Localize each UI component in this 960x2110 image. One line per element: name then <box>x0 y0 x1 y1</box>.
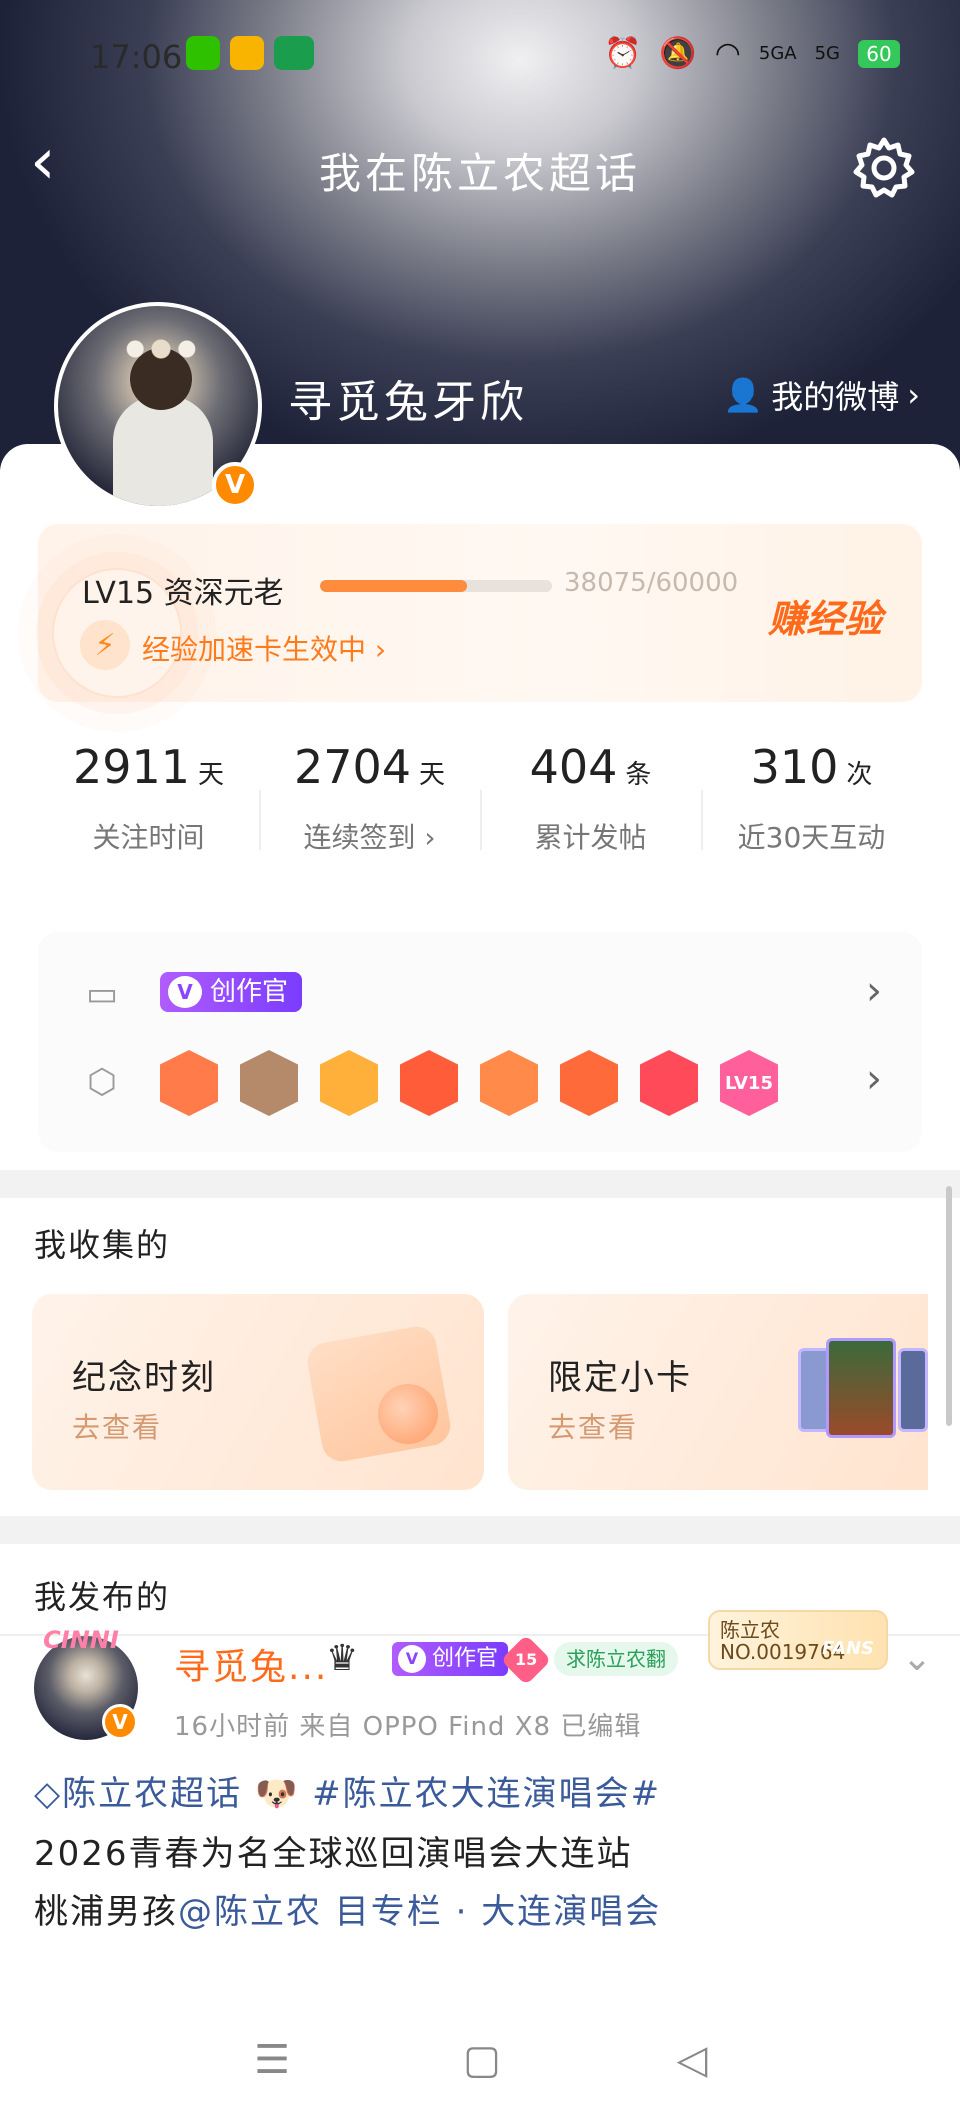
medal-icon: ⬡ <box>87 1062 117 1102</box>
creator-logo-icon: V <box>398 1645 426 1673</box>
back-triangle-icon[interactable]: ◁ <box>662 2034 722 2086</box>
status-bar: 17:06 ⏰ 🔕 ◠ 5GA 5G 60 <box>0 30 960 80</box>
level-progress-bar <box>320 580 552 592</box>
verified-badge-icon: V <box>212 462 258 508</box>
post-text-line: 2026青春为名全球巡回演唱会大连站 <box>34 1834 633 1874</box>
fan-tag[interactable]: 求陈立农翻 <box>554 1642 678 1676</box>
stat-posts: 404 条 累计发帖 <box>480 740 701 856</box>
battery-icon: 60 <box>858 39 900 68</box>
fan-number-card[interactable]: 陈立农 NO.0019764 FANS <box>708 1610 888 1670</box>
my-weibo-link[interactable]: 👤 我的微博 › <box>723 372 920 418</box>
limited-cards-card[interactable]: 限定小卡 去查看 <box>508 1294 928 1490</box>
user-icon: 👤 <box>723 376 764 414</box>
stat-label: 近30天互动 <box>737 821 886 854</box>
badges-card: ▭ V 创作官 › ⬡ LV15 › <box>38 932 922 1152</box>
stat-unit: 天 <box>198 760 225 790</box>
verified-badge-icon: V <box>102 1704 138 1740</box>
signal-5ga-icon: 5GA <box>758 43 797 64</box>
stat-unit: 条 <box>625 760 652 790</box>
post-meta: 16小时前 来自 OPPO Find X8 已编辑 <box>174 1712 642 1742</box>
card-link: 去查看 <box>548 1411 639 1444</box>
column-link[interactable]: 目专栏 · 大连演唱会 <box>322 1892 661 1932</box>
creator-label: 创作官 <box>432 1646 499 1671</box>
stat-value: 310 <box>750 740 839 794</box>
stat-checkin-days[interactable]: 2704 天 连续签到 › <box>259 740 480 856</box>
level-progress-fill <box>320 580 468 592</box>
creator-label: 创作官 <box>210 977 289 1007</box>
stat-value: 2704 <box>293 740 412 794</box>
boost-card-link[interactable]: 经验加速卡生效中 › <box>142 628 386 668</box>
username: 寻觅兔牙欣 <box>288 377 528 428</box>
chevron-right-icon[interactable]: › <box>866 968 882 1014</box>
crown-icon: ♛ <box>326 1638 359 1679</box>
post-topic-line[interactable]: ◇陈立农超话 🐶 #陈立农大连演唱会# <box>34 1766 661 1815</box>
stat-value: 404 <box>529 740 618 794</box>
mute-icon: 🔕 <box>659 36 697 71</box>
home-square-icon[interactable]: ▢ <box>452 2034 512 2086</box>
photo-cards-illustration <box>798 1338 928 1448</box>
fan-card-name: 陈立农 <box>720 1618 780 1642</box>
menu-icon[interactable]: ☰ <box>242 2034 302 2086</box>
card-title: 纪念时刻 <box>72 1358 216 1398</box>
stat-value: 2911 <box>72 740 191 794</box>
collected-section: 我收集的 纪念时刻 去查看 限定小卡 去查看 <box>0 1198 960 1516</box>
alarm-icon: ⏰ <box>603 36 642 71</box>
creator-badge[interactable]: V 创作官 <box>392 1642 509 1676</box>
lightning-icon: ⚡ <box>80 620 130 670</box>
wifi-icon: ◠ <box>714 36 741 71</box>
my-weibo-label: 我的微博 <box>771 378 900 416</box>
scrollbar[interactable] <box>946 1186 952 1426</box>
settings-gear-icon[interactable] <box>848 132 920 204</box>
weibo-icon <box>230 36 264 70</box>
level-card[interactable]: LV15 资深元老 38075/60000 ⚡ 经验加速卡生效中 › 赚经验 <box>38 524 922 702</box>
memorial-moments-card[interactable]: 纪念时刻 去查看 <box>32 1294 484 1490</box>
chevron-right-icon[interactable]: › <box>866 1056 882 1102</box>
stats-row: 2911 天 关注时间 2704 天 连续签到 › 404 条 累计发帖 310 次 近… <box>38 740 922 900</box>
earn-exp-button[interactable]: 赚经验 <box>768 588 882 643</box>
level-exp: 38075/60000 <box>564 568 739 598</box>
stat-label: 连续签到 › <box>303 821 436 854</box>
stat-label: 累计发帖 <box>534 821 647 854</box>
status-time: 17:06 <box>90 38 183 76</box>
id-card-icon: ▭ <box>85 974 119 1014</box>
level-gem-badge: 15 <box>500 1634 552 1686</box>
section-divider <box>0 1516 960 1544</box>
level-title: LV15 资深元老 <box>82 576 284 611</box>
post-text: 桃浦男孩 <box>34 1892 178 1932</box>
chevron-right-icon: › <box>907 376 920 414</box>
stat-unit: 次 <box>846 760 873 790</box>
fan-card-label: FANS <box>822 1638 874 1659</box>
page-title: 我在陈立农超话 <box>318 149 641 198</box>
system-status-icons: ⏰ 🔕 ◠ 5GA 5G 60 <box>604 36 900 71</box>
chevron-down-icon[interactable]: ⌄ <box>902 1638 932 1679</box>
avatar-decoration: CINNI <box>43 1626 119 1654</box>
post-text-line: 桃浦男孩@陈立农 目专栏 · 大连演唱会 <box>34 1884 661 1933</box>
creator-logo-icon: V <box>168 976 202 1008</box>
stat-interactions: 310 次 近30天互动 <box>701 740 922 856</box>
oppo-icon <box>274 36 314 70</box>
section-divider <box>0 1170 960 1198</box>
wechat-icon <box>186 36 220 70</box>
card-link: 去查看 <box>72 1411 163 1444</box>
mention-link[interactable]: @陈立农 <box>178 1892 322 1932</box>
stat-follow-days: 2911 天 关注时间 <box>38 740 259 856</box>
heart-illustration <box>378 1384 438 1444</box>
posted-title: 我发布的 <box>34 1578 171 1616</box>
card-title: 限定小卡 <box>548 1358 692 1398</box>
stat-label: 关注时间 <box>92 821 205 854</box>
creator-badge[interactable]: V 创作官 <box>160 972 303 1012</box>
post-author-name[interactable]: 寻觅兔... <box>174 1638 328 1690</box>
collected-title: 我收集的 <box>34 1226 171 1264</box>
signal-5g-icon: 5G <box>814 43 840 64</box>
system-nav-bar: ☰ ▢ ◁ <box>0 2010 960 2110</box>
stat-unit: 天 <box>419 760 446 790</box>
